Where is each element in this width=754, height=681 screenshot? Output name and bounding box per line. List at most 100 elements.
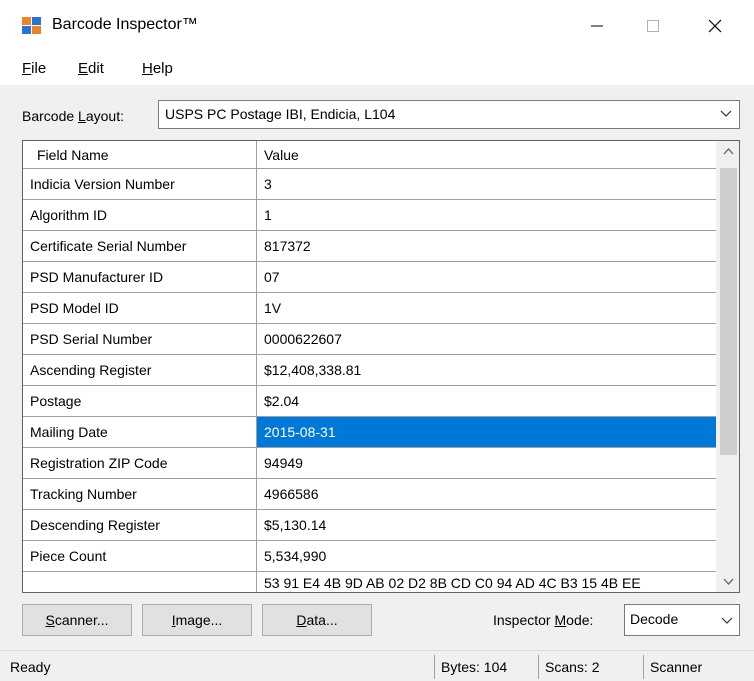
table-row-partial[interactable]: 53 91 E4 4B 9D AB 02 D2 8B CD C0 94 AD 4… [23,572,716,592]
table-row[interactable]: Postage $2.04 [23,386,716,417]
scanner-button[interactable]: Scanner... [22,604,132,636]
close-button[interactable] [692,0,738,52]
field-name-cell[interactable]: Indicia Version Number [23,169,257,199]
status-bytes: Bytes: 104 [441,659,508,675]
table-row[interactable]: PSD Manufacturer ID 07 [23,262,716,293]
field-value-cell[interactable]: 3 [257,169,716,199]
field-name-cell[interactable]: Postage [23,386,257,416]
field-table[interactable]: Field Name Value Indicia Version Number 3… [22,140,740,593]
table-row[interactable]: Certificate Serial Number 817372 [23,231,716,262]
menu-bar: File Edit Help [0,52,754,86]
menu-edit-label: dit [88,60,104,77]
table-row[interactable]: Indicia Version Number 3 [23,169,716,200]
table-row[interactable]: Piece Count 5,534,990 [23,541,716,572]
chevron-down-icon [720,110,732,117]
status-separator [434,655,435,679]
field-value-cell[interactable]: $5,130.14 [257,510,716,540]
vertical-scrollbar[interactable] [716,141,739,592]
table-header-row: Field Name Value [23,141,716,169]
maximize-button[interactable] [630,0,676,52]
menu-file-label: ile [31,60,47,77]
field-name-cell[interactable]: Algorithm ID [23,200,257,230]
menu-help[interactable]: Help [142,60,173,77]
scroll-down-icon[interactable] [717,570,740,592]
status-separator [643,655,644,679]
menu-help-accel: H [142,60,153,77]
menu-edit-accel: E [78,60,89,77]
menu-help-label: elp [152,60,173,77]
chevron-down-icon [721,617,733,624]
field-name-cell[interactable]: PSD Model ID [23,293,257,323]
field-name-cell[interactable]: Descending Register [23,510,257,540]
field-value-cell[interactable]: $12,408,338.81 [257,355,716,385]
field-value-cell[interactable]: 2015-08-31 [257,417,716,447]
minimize-button[interactable] [574,0,620,52]
menu-file[interactable]: File [22,60,46,77]
layout-label-post: ayout: [85,108,124,124]
table-row[interactable]: Descending Register $5,130.14 [23,510,716,541]
field-value-cell[interactable]: 4966586 [257,479,716,509]
table-row[interactable]: PSD Serial Number 0000622607 [23,324,716,355]
status-separator [538,655,539,679]
field-name-cell[interactable]: Certificate Serial Number [23,231,257,261]
inspector-mode-dropdown[interactable]: Decode [624,604,740,636]
field-name-cell[interactable]: Mailing Date [23,417,257,447]
field-value-cell[interactable]: 1 [257,200,716,230]
column-header-field-name[interactable]: Field Name [23,141,257,168]
table-row[interactable]: PSD Model ID 1V [23,293,716,324]
title-bar[interactable]: Barcode Inspector™ [0,0,754,52]
menu-edit[interactable]: Edit [78,60,104,77]
field-value-cell[interactable]: 0000622607 [257,324,716,354]
field-value-cell[interactable]: 1V [257,293,716,323]
table-row[interactable]: Algorithm ID 1 [23,200,716,231]
status-source: Scanner [650,659,703,675]
minimize-icon [591,25,603,27]
status-bar: Ready Bytes: 104 Scans: 2 Scanner [0,650,754,681]
field-name-cell[interactable]: Tracking Number [23,479,257,509]
scanner-button-label: canner... [54,612,109,628]
status-scans: Scans: 2 [545,659,600,675]
field-name-cell[interactable]: Registration ZIP Code [23,448,257,478]
scrollbar-thumb[interactable] [720,168,737,455]
close-icon [708,19,722,33]
mode-label-post: ode: [566,612,594,628]
app-icon [22,17,42,35]
scroll-up-icon[interactable] [717,141,740,163]
barcode-layout-label: Barcode Layout: [22,108,124,124]
field-value-cell[interactable]: 5,534,990 [257,541,716,571]
field-value-cell[interactable]: 53 91 E4 4B 9D AB 02 D2 8B CD C0 94 AD 4… [257,572,716,592]
mode-label-pre: Inspector [493,612,555,628]
table-rows: Indicia Version Number 3 Algorithm ID 1 Cert… [23,169,716,572]
image-button-label: mage... [175,612,223,628]
window-title: Barcode Inspector™ [52,16,198,33]
field-name-cell[interactable]: PSD Serial Number [23,324,257,354]
layout-label-accel: L [78,108,86,124]
maximize-icon [647,20,659,32]
data-button[interactable]: Data... [262,604,372,636]
menu-file-accel: F [22,60,32,77]
field-name-cell[interactable]: Piece Count [23,541,257,571]
field-value-cell[interactable]: 07 [257,262,716,292]
inspector-mode-value: Decode [630,611,679,627]
table-row[interactable]: Registration ZIP Code 94949 [23,448,716,479]
data-button-label: ata... [306,612,338,628]
field-value-cell[interactable]: 94949 [257,448,716,478]
field-table-body: Field Name Value Indicia Version Number 3… [23,141,716,592]
field-value-cell[interactable]: 817372 [257,231,716,261]
layout-label-pre: Barcode [22,108,79,124]
status-state: Ready [10,659,51,675]
inspector-mode-label: Inspector Mode: [493,612,593,628]
image-button[interactable]: Image... [142,604,252,636]
mode-label-accel: M [554,612,567,628]
field-name-cell[interactable]: PSD Manufacturer ID [23,262,257,292]
table-row[interactable]: Mailing Date 2015-08-31 [23,417,716,448]
field-value-cell[interactable]: $2.04 [257,386,716,416]
column-header-value[interactable]: Value [257,141,716,168]
field-name-cell[interactable]: Ascending Register [23,355,257,385]
table-row[interactable]: Ascending Register $12,408,338.81 [23,355,716,386]
data-button-accel: D [296,612,307,628]
table-row[interactable]: Tracking Number 4966586 [23,479,716,510]
scanner-button-accel: S [45,612,55,628]
barcode-layout-dropdown[interactable]: USPS PC Postage IBI, Endicia, L104 [158,100,740,129]
field-name-cell[interactable] [23,572,257,592]
